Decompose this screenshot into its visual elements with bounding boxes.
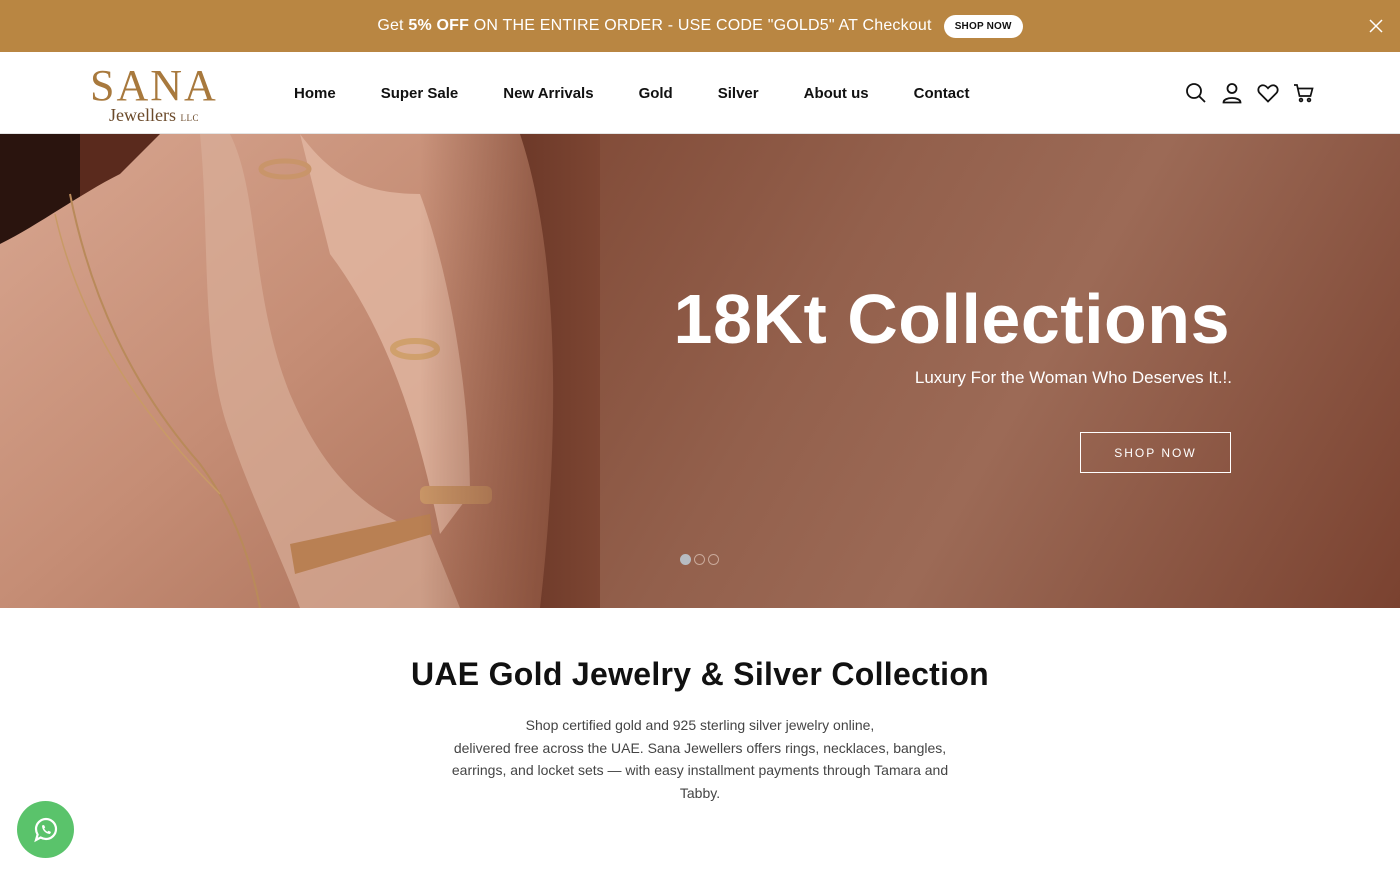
nav-item-new-arrivals[interactable]: New Arrivals xyxy=(503,85,593,102)
slider-dot-1[interactable] xyxy=(680,554,691,565)
header-icons xyxy=(1172,81,1316,105)
hero-banner: 18Kt Collections Luxury For the Woman Wh… xyxy=(0,134,1400,608)
cart-icon[interactable] xyxy=(1292,81,1316,105)
site-header: SANA Jewellers LLC Home Super Sale New A… xyxy=(0,52,1400,134)
announcement-prefix: Get xyxy=(377,17,409,34)
search-icon[interactable] xyxy=(1184,81,1208,105)
slider-dot-3[interactable] xyxy=(708,554,719,565)
account-icon[interactable] xyxy=(1220,81,1244,105)
description-line: Shop certified gold and 925 sterling sil… xyxy=(525,717,875,733)
whatsapp-icon xyxy=(33,817,57,842)
nav-item-super-sale[interactable]: Super Sale xyxy=(381,85,459,102)
logo-llc: LLC xyxy=(180,113,199,123)
section-description: Shop certified gold and 925 sterling sil… xyxy=(440,714,960,804)
whatsapp-chat-button[interactable] xyxy=(17,801,74,858)
nav-item-contact[interactable]: Contact xyxy=(914,85,970,102)
slider-dot-2[interactable] xyxy=(694,554,705,565)
hero-title: 18Kt Collections xyxy=(673,280,1230,358)
hero-model-image xyxy=(0,134,600,608)
announcement-shop-now-button[interactable]: SHOP NOW xyxy=(943,14,1023,38)
announcement-suffix: ON THE ENTIRE ORDER - USE CODE "GOLD5" A… xyxy=(469,17,932,34)
site-logo[interactable]: SANA Jewellers LLC xyxy=(90,61,222,126)
main-nav: Home Super Sale New Arrivals Gold Silver… xyxy=(294,52,1014,134)
nav-item-about-us[interactable]: About us xyxy=(804,85,869,102)
announcement-discount: 5% OFF xyxy=(408,17,470,34)
section-title: UAE Gold Jewelry & Silver Collection xyxy=(410,656,990,692)
nav-item-silver[interactable]: Silver xyxy=(718,85,759,102)
announcement-bar: Get 5% OFF ON THE ENTIRE ORDER - USE COD… xyxy=(0,0,1400,52)
nav-item-home[interactable]: Home xyxy=(294,85,336,102)
close-icon[interactable] xyxy=(1368,18,1384,34)
logo-wordmark: SANA xyxy=(90,61,218,110)
announcement-text: Get 5% OFF ON THE ENTIRE ORDER - USE COD… xyxy=(377,17,931,35)
slider-pagination xyxy=(680,554,722,565)
logo-subtitle-text: Jewellers xyxy=(109,105,176,125)
description-line: Tabby. xyxy=(679,784,721,801)
hero-shop-now-button[interactable]: SHOP NOW xyxy=(1080,432,1231,473)
hero-subtitle: Luxury For the Woman Who Deserves It.!. xyxy=(914,368,1232,387)
nav-item-gold[interactable]: Gold xyxy=(639,85,673,102)
description-line: delivered free across the UAE. Sana Jewe… xyxy=(453,739,947,756)
wishlist-heart-icon[interactable] xyxy=(1256,81,1280,105)
description-line: earrings, and locket sets — with easy in… xyxy=(451,762,949,778)
logo-subtitle: Jewellers LLC xyxy=(109,105,199,128)
